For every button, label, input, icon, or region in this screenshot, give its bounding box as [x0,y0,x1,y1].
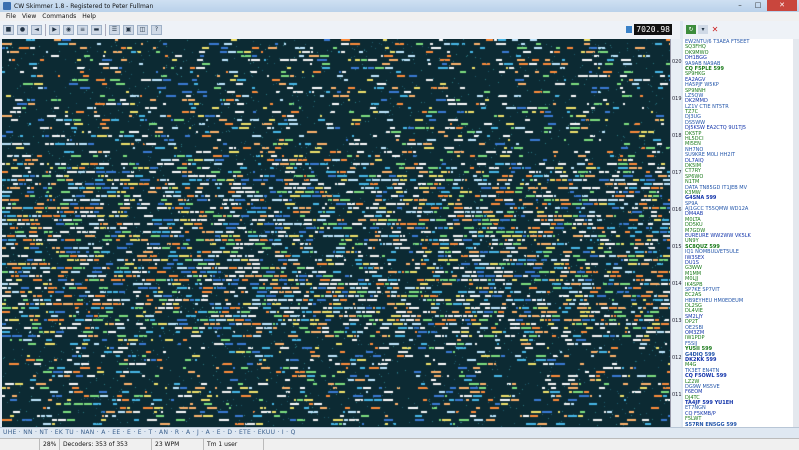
frequency-indicator [626,26,632,33]
status-decoders: Decoders: 353 of 353 [60,439,152,450]
maximize-button[interactable]: □ [749,0,767,11]
marker-icon[interactable]: ▬ [91,25,102,35]
scale-label: 019 [672,96,682,102]
scale-label: 012 [672,355,682,361]
ticker-text: UHE · NN · NT · EK TU · NAN · A · EE · E… [3,429,296,436]
filter-icon[interactable]: ▾ [698,25,708,34]
spots-toolbar: ↻ ▾ ✕ [683,21,799,39]
delete-icon[interactable]: ✕ [710,25,720,34]
menu-view[interactable]: View [22,13,36,20]
speaker-icon[interactable]: ◄ [31,25,42,35]
settings-icon[interactable]: ☰ [109,25,120,35]
waterfall-display[interactable] [2,39,670,427]
connect-icon[interactable]: ■ [3,25,14,35]
menu-file[interactable]: File [6,13,16,20]
window-title: CW Skimmer 1.8 - Registered to Peter Ful… [14,2,154,10]
menu-help[interactable]: Help [82,13,96,20]
scale-label: 014 [672,281,682,287]
minimize-button[interactable]: – [731,0,749,11]
spots-list[interactable]: EW2NTU/6 T3AEA FT5EET SQ3FHQ DK9MWO DH1BGG 9… [683,39,793,427]
status-level: 28% [40,439,60,450]
scale-label: 020 [672,59,682,65]
app-icon [3,2,11,10]
toolbar-divider [105,24,106,36]
scale-label: 017 [672,170,682,176]
frequency-scale: 020 019 018 017 016 015 014 013 012 011 [670,39,682,427]
menu-commands[interactable]: Commands [42,13,76,20]
scale-label: 016 [672,207,682,213]
scale-label: 015 [672,244,682,250]
status-bar: 28% Decoders: 353 of 353 23 WPM Tm 1 use… [0,438,799,450]
toolbar-divider [45,24,46,36]
chat-icon[interactable]: ▣ [123,25,134,35]
map-icon[interactable]: ◫ [137,25,148,35]
scale-label: 013 [672,318,682,324]
title-bar: CW Skimmer 1.8 - Registered to Peter Ful… [0,0,799,12]
scale-label: 011 [672,392,682,398]
toolbar: ■ ● ◄ ▶ ◉ ≡ ▬ ☰ ▣ ◫ ? 7020.98 [0,21,680,39]
refresh-icon[interactable]: ↻ [686,25,696,34]
help-icon[interactable]: ? [151,25,162,35]
play-icon[interactable]: ▶ [49,25,60,35]
record-icon[interactable]: ● [17,25,28,35]
status-empty [0,439,40,450]
status-wpm: 23 WPM [152,439,204,450]
waterfall-canvas[interactable] [2,39,670,427]
menu-bar: File View Commands Help [0,12,799,21]
frequency-value: 7020.98 [636,25,670,34]
spots-scrollbar[interactable] [793,39,799,427]
status-user: Tm 1 user [204,439,264,450]
close-button[interactable]: ✕ [767,0,797,11]
frequency-display: 7020.98 [626,24,672,35]
scale-label: 018 [672,133,682,139]
dial-icon[interactable]: ◉ [63,25,74,35]
filter-icon[interactable]: ≡ [77,25,88,35]
